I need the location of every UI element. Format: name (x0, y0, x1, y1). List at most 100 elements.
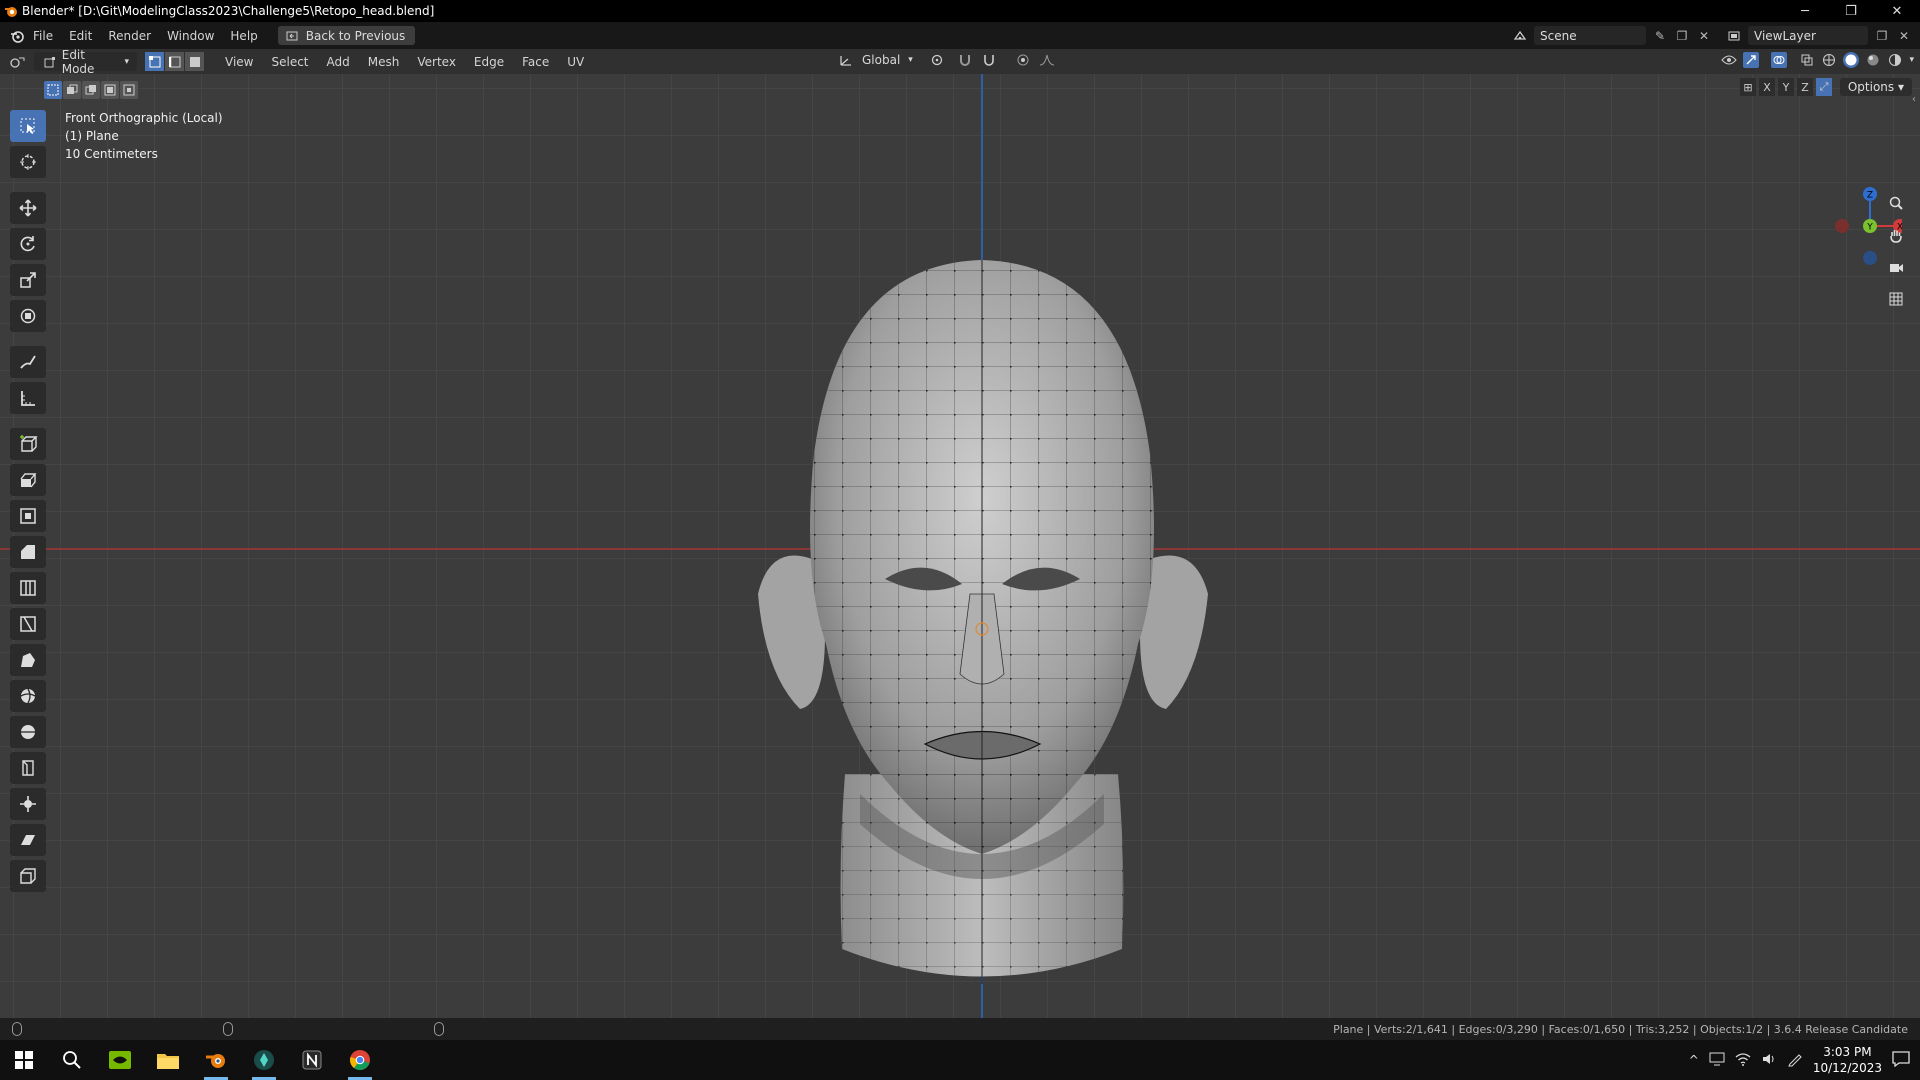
new-scene-icon[interactable]: ❐ (1674, 28, 1690, 44)
scale-tool-icon[interactable] (10, 264, 46, 296)
show-gizmo-icon[interactable] (1743, 52, 1760, 68)
visibility-selectability-icon[interactable] (1721, 52, 1738, 68)
gizmo-neg-x-icon[interactable] (1835, 219, 1849, 233)
axis-lock-y[interactable]: Y (1778, 78, 1794, 96)
loop-cut-tool-icon[interactable] (10, 572, 46, 604)
shrink-fatten-tool-icon[interactable] (10, 788, 46, 820)
minimize-button[interactable]: ─ (1782, 0, 1828, 22)
shear-tool-icon[interactable] (10, 824, 46, 856)
select-intersect-mode-icon[interactable] (120, 81, 138, 99)
smooth-tool-icon[interactable] (10, 716, 46, 748)
select-invert-mode-icon[interactable] (101, 81, 119, 99)
gizmo-neg-z-icon[interactable] (1863, 251, 1877, 265)
nvidia-app-icon[interactable] (96, 1040, 144, 1080)
snap-icon[interactable] (957, 52, 973, 68)
options-dropdown[interactable]: Options ▾ (1839, 78, 1912, 96)
measure-tool-icon[interactable] (10, 382, 46, 414)
vertex-select-button[interactable] (145, 52, 164, 71)
proportional-editing-icon[interactable] (1015, 52, 1031, 68)
select-extend-mode-icon[interactable] (63, 81, 81, 99)
scene-field[interactable]: Scene (1534, 26, 1646, 45)
cursor-tool-icon[interactable] (10, 146, 46, 178)
notifications-icon[interactable] (1892, 1050, 1910, 1070)
shading-options-chevron-icon[interactable]: ▾ (1909, 55, 1914, 65)
bevel-tool-icon[interactable] (10, 536, 46, 568)
falloff-curve-icon[interactable] (1039, 52, 1055, 68)
menu-vertex[interactable]: Vertex (408, 55, 465, 69)
transform-orientation-dropdown[interactable]: Global (862, 53, 900, 67)
select-subtract-mode-icon[interactable] (82, 81, 100, 99)
unreal-app-icon[interactable] (240, 1040, 288, 1080)
menu-view[interactable]: View (216, 55, 262, 69)
chrome-app-icon[interactable] (336, 1040, 384, 1080)
auto-merge-icon[interactable]: ⤢ (1816, 78, 1832, 96)
add-cube-tool-icon[interactable] (10, 428, 46, 460)
transform-tool-icon[interactable] (10, 300, 46, 332)
axis-lock-z[interactable]: Z (1797, 78, 1813, 96)
xray-toggle-icon[interactable] (1799, 52, 1815, 68)
editor-type-icon[interactable] (10, 54, 26, 70)
back-to-previous-button[interactable]: Back to Previous (277, 26, 416, 45)
snap-target-icon[interactable] (981, 52, 997, 68)
menu-edit[interactable]: Edit (61, 29, 100, 43)
pen-icon[interactable] (1787, 1051, 1803, 1070)
knife-tool-icon[interactable] (10, 608, 46, 640)
extrude-region-tool-icon[interactable] (10, 464, 46, 496)
material-shading-icon[interactable] (1865, 52, 1881, 68)
rendered-shading-icon[interactable] (1887, 52, 1903, 68)
select-box-tool-icon[interactable] (10, 110, 46, 142)
orthographic-toggle-icon[interactable] (1883, 286, 1909, 312)
notion-app-icon[interactable] (288, 1040, 336, 1080)
pivot-point-icon[interactable] (929, 52, 945, 68)
new-viewlayer-icon[interactable]: ❐ (1874, 28, 1890, 44)
search-icon[interactable] (48, 1040, 96, 1080)
remove-scene-icon[interactable]: ✕ (1696, 28, 1712, 44)
menu-window[interactable]: Window (159, 29, 222, 43)
edge-select-button[interactable] (165, 52, 184, 71)
file-explorer-icon[interactable] (144, 1040, 192, 1080)
rotate-tool-icon[interactable] (10, 228, 46, 260)
system-clock[interactable]: 3:03 PM 10/12/2023 (1813, 1044, 1882, 1076)
pan-hand-icon[interactable] (1883, 222, 1909, 248)
show-overlays-icon[interactable] (1771, 52, 1788, 68)
menu-uv[interactable]: UV (558, 55, 593, 69)
camera-view-icon[interactable] (1883, 254, 1909, 280)
wireframe-shading-icon[interactable] (1821, 52, 1837, 68)
zoom-icon[interactable] (1883, 190, 1909, 216)
restore-button[interactable]: ❐ (1828, 0, 1874, 22)
rip-region-tool-icon[interactable] (10, 860, 46, 892)
pin-icon[interactable]: ✎ (1652, 28, 1668, 44)
grid-snap-icon[interactable]: ⊞ (1740, 78, 1756, 96)
blender-menu-icon[interactable] (9, 28, 25, 44)
viewlayer-browse-icon[interactable] (1726, 28, 1742, 44)
menu-select[interactable]: Select (262, 55, 317, 69)
menu-help[interactable]: Help (222, 29, 265, 43)
poly-build-tool-icon[interactable] (10, 644, 46, 676)
menu-mesh[interactable]: Mesh (359, 55, 409, 69)
menu-add[interactable]: Add (318, 55, 359, 69)
3d-viewport[interactable]: Front Orthographic (Local) (1) Plane 10 … (0, 74, 1920, 1018)
face-select-button[interactable] (185, 52, 204, 71)
mode-dropdown[interactable]: Edit Mode ▾ (34, 48, 137, 76)
inset-faces-tool-icon[interactable] (10, 500, 46, 532)
sidebar-toggle-icon[interactable]: ‹ (1912, 94, 1916, 105)
move-tool-icon[interactable] (10, 192, 46, 224)
blender-app-icon[interactable] (192, 1040, 240, 1080)
display-icon[interactable] (1709, 1052, 1725, 1069)
scene-browse-icon[interactable] (1512, 28, 1528, 44)
remove-viewlayer-icon[interactable]: ✕ (1896, 28, 1912, 44)
annotate-tool-icon[interactable] (10, 346, 46, 378)
viewlayer-field[interactable]: ViewLayer (1748, 26, 1868, 45)
head-mesh[interactable] (730, 174, 1240, 1004)
menu-render[interactable]: Render (100, 29, 159, 43)
menu-file[interactable]: File (25, 29, 61, 43)
show-hidden-icons-icon[interactable]: ^ (1689, 1053, 1699, 1067)
select-new-mode-icon[interactable] (44, 81, 62, 99)
close-button[interactable]: ✕ (1874, 0, 1920, 22)
windows-start-icon[interactable] (0, 1040, 48, 1080)
edge-slide-tool-icon[interactable] (10, 752, 46, 784)
solid-shading-icon[interactable] (1843, 52, 1860, 68)
volume-icon[interactable] (1761, 1052, 1777, 1069)
axis-lock-x[interactable]: X (1759, 78, 1775, 96)
wifi-icon[interactable] (1735, 1052, 1751, 1069)
